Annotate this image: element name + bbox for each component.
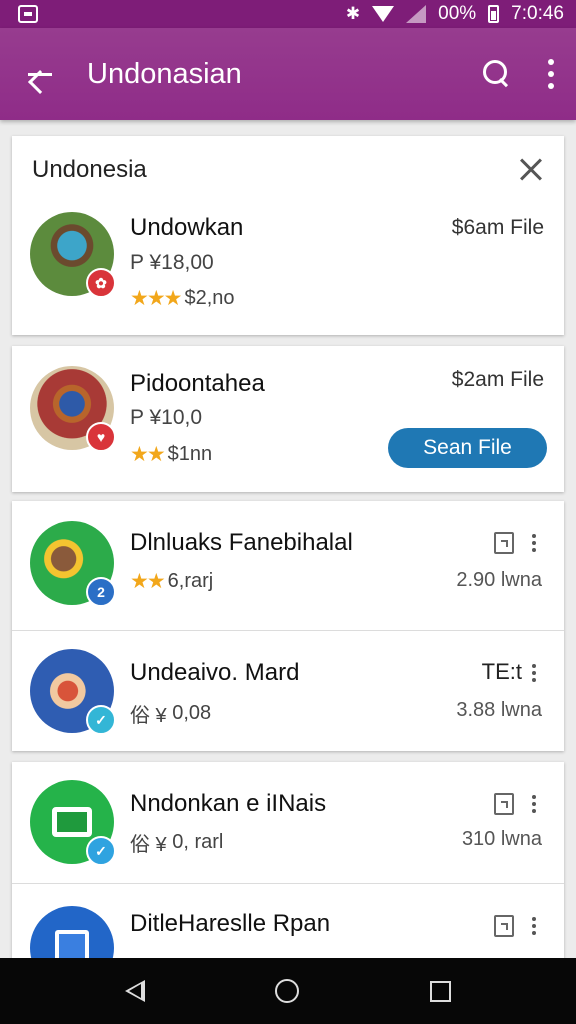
overflow-menu-icon[interactable] <box>546 59 556 89</box>
search-icon[interactable] <box>476 54 516 94</box>
item-size: 3.88 lwna <box>456 699 542 721</box>
back-arrow-icon[interactable] <box>20 54 60 94</box>
file-icon[interactable] <box>494 532 514 554</box>
more-options-icon[interactable] <box>531 917 537 935</box>
item-title: Dlnluaks Fanebihalal <box>130 529 353 556</box>
star-rating-icon: ★★ <box>130 443 166 466</box>
meta-text: 0,08 <box>172 702 212 724</box>
battery-icon <box>488 5 500 23</box>
save-file-button[interactable]: Sean File <box>388 428 547 468</box>
check-badge-icon: ✓ <box>86 836 116 866</box>
nav-home-icon[interactable] <box>275 979 300 1003</box>
avatar: ✓ <box>30 780 116 866</box>
item-rating: ★★ $1nn <box>130 442 212 467</box>
avatar: ✿ <box>30 212 116 298</box>
item-rating: ★★★ $2,no <box>130 286 235 311</box>
file-icon[interactable] <box>494 793 514 815</box>
list-card: ✓ Nndonkan e iINais 俗 ¥ 0, rarl 310 lwna… <box>12 762 564 962</box>
app-notification-icon <box>18 5 38 23</box>
check-badge-icon: ✓ <box>86 705 116 735</box>
rating-text: $1nn <box>167 443 213 465</box>
item-price: P ¥18,00 <box>130 251 214 274</box>
more-options-icon[interactable] <box>531 664 537 682</box>
rating-text: $2,no <box>184 287 235 309</box>
app-badge-icon: ✿ <box>86 268 116 298</box>
item-title: Nndonkan e iINais <box>130 790 327 817</box>
status-bar: ✱ 00% 7:0:46 <box>0 0 576 28</box>
avatar: ✓ <box>30 649 116 735</box>
count-badge: 2 <box>86 577 116 607</box>
item-title: Undowkan <box>130 214 244 241</box>
nav-recent-apps-icon[interactable] <box>429 980 451 1002</box>
item-meta: 俗 ¥ 0,08 <box>130 699 211 728</box>
item-right-label: $6am File <box>451 216 544 239</box>
offer-card: ♥ Pidoontahea P ¥10,0 ★★ $1nn $2am File … <box>12 346 564 492</box>
list-item[interactable]: ✿ Undowkan P ¥18,00 ★★★ $2,no $6am File <box>12 212 564 312</box>
meta-prefix: 俗 ¥ <box>130 834 167 856</box>
page-title: Undonasian <box>87 57 242 90</box>
item-title: DitleHareslle Rpan <box>130 910 331 937</box>
signal-icon <box>406 5 427 23</box>
list-item[interactable]: DitleHareslle Rpan <box>12 884 564 962</box>
item-size: 310 lwna <box>461 828 542 850</box>
list-item[interactable]: ✓ Undeaivo. Mard 俗 ¥ 0,08 TE:t 3.88 lwna <box>12 631 564 751</box>
item-meta: 俗 ¥ 0, rarl <box>130 828 223 857</box>
item-right-label: $2am File <box>451 368 544 391</box>
system-nav-bar <box>0 958 576 1024</box>
list-item[interactable]: 2 Dlnluaks Fanebihalal ★★ 6,rarj 2.90 lw… <box>12 501 564 630</box>
star-rating-icon: ★★★ <box>130 287 183 310</box>
file-icon[interactable] <box>494 915 514 937</box>
more-options-icon[interactable] <box>531 795 537 813</box>
app-bar: Undonasian <box>0 28 576 120</box>
list-item[interactable]: ✓ Nndonkan e iINais 俗 ¥ 0, rarl 310 lwna <box>12 762 564 883</box>
app-badge-icon: ♥ <box>86 422 116 452</box>
wifi-icon <box>372 6 395 22</box>
list-card: 2 Dlnluaks Fanebihalal ★★ 6,rarj 2.90 lw… <box>12 501 564 751</box>
meta-prefix: 俗 ¥ <box>130 705 167 727</box>
item-price: P ¥10,0 <box>130 406 203 429</box>
status-time: 7:0:46 <box>511 3 564 24</box>
item-size: 2.90 lwna <box>456 569 542 591</box>
card-header: Undonesia <box>32 156 147 183</box>
avatar: ♥ <box>30 366 116 452</box>
item-rating: ★★ 6,rarj <box>130 569 213 594</box>
more-options-icon[interactable] <box>531 534 537 552</box>
rating-text: 6,rarj <box>167 570 214 592</box>
meta-text: 0, rarl <box>172 831 224 853</box>
battery-percentage: 00% <box>438 3 477 24</box>
nav-back-icon[interactable] <box>125 980 146 1002</box>
item-title: Undeaivo. Mard <box>130 659 300 686</box>
item-tag: TE:t <box>481 659 522 684</box>
star-rating-icon: ★★ <box>130 570 166 593</box>
avatar <box>30 906 114 962</box>
item-title: Pidoontahea <box>130 370 265 397</box>
close-icon[interactable] <box>517 156 545 184</box>
featured-card: Undonesia ✿ Undowkan P ¥18,00 ★★★ $2,no … <box>12 136 564 335</box>
avatar: 2 <box>30 521 116 607</box>
bluetooth-icon: ✱ <box>345 4 361 23</box>
